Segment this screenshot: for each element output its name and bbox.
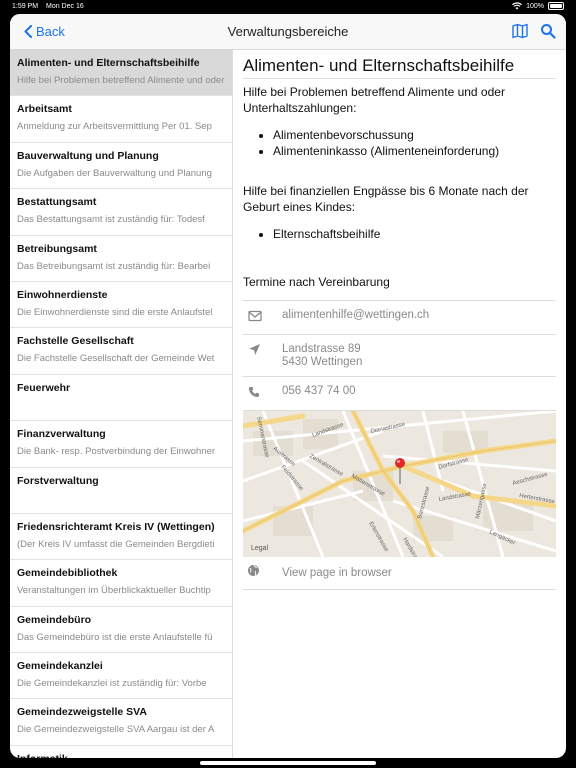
list-item-title: Gemeindezweigstelle SVA (17, 706, 147, 719)
list-item-subtitle: Anmeldung zur Arbeitsvermittlung Per 01.… (17, 121, 212, 133)
detail-paragraph-3: Termine nach Vereinbarung (243, 274, 390, 289)
list-item[interactable]: Finanzverwaltung Die Bank- resp. Postverb… (10, 421, 232, 468)
list-item-subtitle: Die Aufgaben der Bauverwaltung und Planu… (17, 167, 212, 179)
address-row[interactable]: Landstrasse 89 5430 Wettingen (243, 335, 556, 377)
email-link[interactable]: alimentenhilfe@wettingen.ch (282, 309, 429, 322)
sidebar-list[interactable]: Alimenten- und Elternschaftsbeihilfe Hilf… (10, 50, 233, 758)
list-item-title: Gemeindekanzlei (17, 660, 103, 673)
status-right: 100% (512, 2, 564, 10)
list-item-title: Informatik (17, 752, 224, 758)
list-item[interactable]: Gemeindekanzlei Die Gemeindekanzlei ist z… (10, 653, 232, 700)
detail-pane: Alimenten- und Elternschaftsbeihilfe Hil… (243, 50, 556, 758)
map-canvas: Seminarstrasse Landstrasse Dianastrasse … (243, 411, 556, 557)
list-item-title: Fachstelle Gesellschaft (17, 335, 134, 348)
list-item-title: Einwohnerdienste (17, 288, 108, 301)
list-item[interactable]: Bestattungsamt Das Bestattungsamt ist zus… (10, 189, 232, 236)
list-item[interactable]: Gemeindezweigstelle SVA Die Gemeindezweig… (10, 699, 232, 746)
list-item[interactable]: Informatik (10, 746, 232, 758)
battery-icon (548, 2, 564, 10)
list-item-subtitle: Die Bank- resp. Postverbindung der Einwo… (17, 446, 216, 458)
title-divider (243, 78, 556, 79)
phone-icon (243, 385, 282, 403)
open-in-browser-row[interactable]: View page in browser (243, 557, 556, 590)
envelope-icon (243, 309, 282, 327)
detail-paragraph-1: Hilfe bei Problemen betreffend Alimente … (243, 85, 505, 115)
location-arrow-icon (243, 343, 282, 361)
detail-paragraph-2: Hilfe bei finanziellen Engpässe bis 6 Mo… (243, 184, 529, 214)
list-item[interactable]: Forstverwaltung (10, 468, 232, 514)
search-icon[interactable] (540, 23, 556, 39)
list-item-subtitle: Das Bestattungsamt ist zuständig für: To… (17, 214, 205, 226)
wifi-icon (512, 2, 523, 10)
list-item[interactable]: Fachstelle Gesellschaft Die Fachstelle Ge… (10, 328, 232, 375)
list-item-title: Arbeitsamt (17, 103, 72, 116)
detail-list-2: Elternschaftsbeihilfe (273, 227, 556, 243)
list-item[interactable]: Gemeindebüro Das Gemeindebüro ist die ers… (10, 607, 232, 654)
view-in-browser-link[interactable]: View page in browser (282, 567, 392, 579)
list-item[interactable]: Arbeitsamt Anmeldung zur Arbeitsvermittlu… (10, 96, 232, 143)
list-item-title: Bauverwaltung und Planung (17, 149, 159, 162)
list-item-title: Forstverwaltung (17, 474, 99, 487)
location-map[interactable]: Seminarstrasse Landstrasse Dianastrasse … (243, 411, 556, 557)
list-item-subtitle: (Der Kreis IV umfasst die Gemeinden Berg… (17, 538, 215, 550)
list-item-subtitle: Das Betreibungsamt ist zuständig für: Be… (17, 260, 211, 272)
detail-list-1: Alimentenbevorschussung Alimenteninkasso… (273, 128, 556, 159)
list-item[interactable]: Betreibungsamt Das Betreibungsamt ist zus… (10, 236, 232, 282)
home-indicator[interactable] (200, 761, 376, 765)
list-item-subtitle: Hilfe bei Problemen betreffend Alimente … (17, 75, 225, 86)
list-item-title: Feuerwehr (17, 381, 71, 394)
email-row[interactable]: alimentenhilfe@wettingen.ch (243, 301, 556, 335)
list-item[interactable]: Alimenten- und Elternschaftsbeihilfe Hilf… (10, 50, 232, 97)
list-item-title: Alimenten- und Elternschaftsbeihilfe (17, 57, 200, 69)
list-item: Alimenteninkasso (Alimenteneinforderung) (273, 144, 556, 160)
list-item-title: Gemeindebüro (17, 613, 92, 626)
status-time: 1:59 PM (12, 3, 39, 10)
battery-percent: 100% (526, 2, 544, 10)
contact-section: alimentenhilfe@wettingen.ch Landstrasse … (243, 300, 556, 411)
list-item[interactable]: Bauverwaltung und Planung Die Aufgaben de… (10, 143, 232, 190)
address-line-1: Landstrasse 89 (282, 343, 361, 355)
list-item: Alimentenbevorschussung (273, 128, 556, 144)
address-line-2: 5430 Wettingen (282, 356, 363, 368)
list-item-title: Bestattungsamt (17, 196, 97, 209)
list-item-title: Gemeindebibliothek (17, 567, 118, 580)
list-item: Elternschaftsbeihilfe (273, 227, 556, 243)
map-legal-link[interactable]: Legal (251, 545, 268, 552)
list-item-subtitle: Das Gemeindebüro ist die erste Anlaufste… (17, 631, 213, 643)
list-item[interactable]: Friedensrichteramt Kreis IV (Wettingen) (… (10, 514, 232, 561)
list-item-subtitle: Die Fachstelle Gesellschaft der Gemeinde… (17, 353, 215, 365)
detail-title: Alimenten- und Elternschaftsbeihilfe (243, 56, 515, 75)
phone-row[interactable]: 056 437 74 00 (243, 377, 556, 411)
address-text: Landstrasse 89 5430 Wettingen (282, 343, 362, 369)
list-item-title: Betreibungsamt (17, 242, 97, 255)
nav-actions (512, 23, 556, 39)
list-item-title: Finanzverwaltung (17, 428, 106, 441)
list-item-subtitle: Die Einwohnerdienste sind die erste Anla… (17, 306, 213, 318)
map-icon[interactable] (512, 23, 528, 39)
list-item-title: Friedensrichteramt Kreis IV (Wettingen) (17, 520, 215, 533)
list-item-subtitle: Die Gemeindekanzlei ist zuständig für: V… (17, 678, 207, 690)
navigation-bar: Back Verwaltungsbereiche (10, 14, 566, 50)
page-title: Verwaltungsbereiche (227, 24, 349, 39)
list-item-subtitle: Die Gemeindezweigstelle SVA Aargau ist d… (17, 724, 215, 736)
list-item[interactable]: Gemeindebibliothek Veranstaltungen im Übe… (10, 560, 232, 607)
phone-link[interactable]: 056 437 74 00 (282, 385, 356, 398)
status-date: Mon Dec 16 (46, 3, 84, 10)
status-bar: 1:59 PM Mon Dec 16 100% (0, 0, 576, 14)
app-window: Back Verwaltungsbereiche Alimenten- und … (10, 14, 566, 758)
list-item[interactable]: Einwohnerdienste Die Einwohnerdienste sin… (10, 282, 232, 329)
list-item[interactable]: Feuerwehr (10, 375, 232, 422)
list-item-subtitle: Veranstaltungen im Überblickaktueller Bu… (17, 585, 211, 597)
globe-icon (243, 564, 282, 582)
